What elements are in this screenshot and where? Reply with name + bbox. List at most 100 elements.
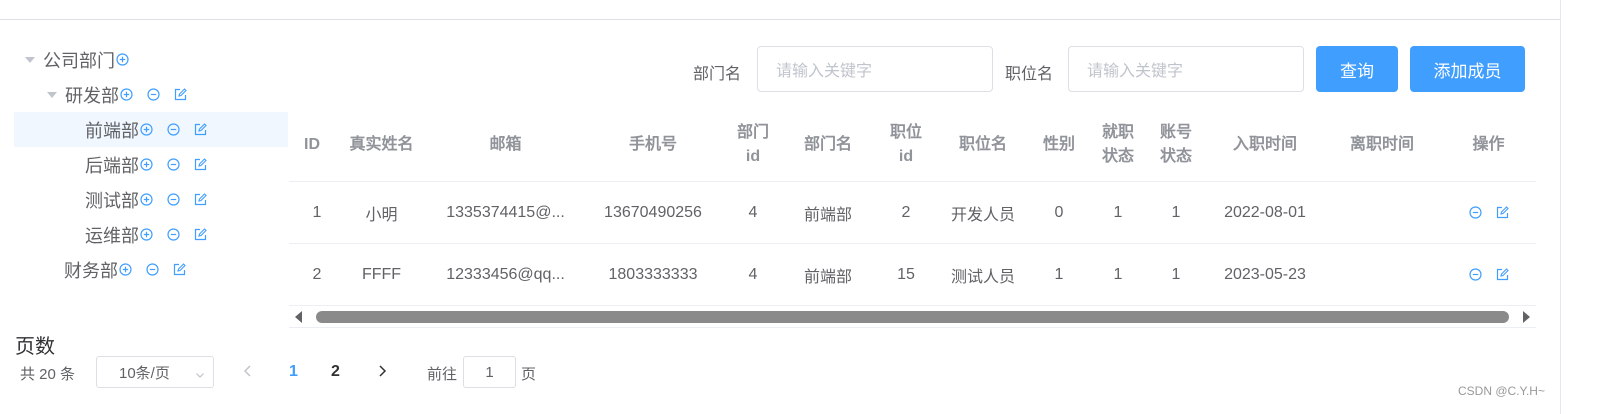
circle-minus-icon[interactable] (167, 158, 180, 171)
page-size-value: 10条/页 (119, 364, 170, 382)
dept-filter-label: 部门名 (693, 66, 742, 83)
circle-minus-icon[interactable] (167, 228, 180, 241)
cell-phone: 13670490256 (604, 203, 702, 221)
circle-plus-icon[interactable] (116, 53, 129, 66)
circle-minus-icon[interactable] (146, 263, 159, 276)
circle-plus-icon[interactable] (140, 158, 153, 171)
cell-phone: 1803333333 (608, 265, 698, 283)
cell-dept-name: 前端部 (803, 268, 852, 286)
col-header-employment-status: 就职状态 (1102, 123, 1135, 165)
circle-minus-icon[interactable] (1468, 268, 1482, 281)
col-header-leave-date: 离职时间 (1349, 135, 1414, 153)
dept-search-input[interactable]: 请输入关键字 (757, 46, 993, 92)
tree-node-backend[interactable]: 后端部 (14, 147, 288, 182)
edit-icon[interactable] (194, 228, 207, 241)
query-button[interactable]: 查询 (1316, 46, 1398, 92)
horizontal-scrollbar[interactable] (289, 306, 1536, 328)
chevron-down-icon (195, 367, 205, 384)
cell-actions (1441, 182, 1536, 243)
table-row: 2 FFFF 12333456@qq... 1803333333 4 前端部 1… (289, 244, 1536, 306)
position-search-placeholder: 请输入关键字 (1087, 63, 1184, 80)
tree-node-label: 运维部 (85, 225, 139, 246)
circle-plus-icon[interactable] (140, 123, 153, 136)
position-search-input[interactable]: 请输入关键字 (1068, 46, 1304, 92)
goto-page-input[interactable]: 1 (463, 356, 516, 388)
cell-position-id: 15 (897, 265, 915, 283)
cell-name: 小明 (365, 206, 398, 224)
tree-node-label: 研发部 (65, 85, 119, 106)
tree-node-label: 前端部 (85, 120, 139, 141)
col-header-id: ID (304, 135, 320, 153)
edit-icon[interactable] (1496, 268, 1509, 281)
scroll-left-arrow-icon[interactable] (295, 311, 302, 323)
edit-icon[interactable] (174, 88, 187, 101)
circle-minus-icon[interactable] (1468, 206, 1482, 219)
col-header-actions: 操作 (1472, 135, 1505, 153)
cell-account-status: 1 (1171, 203, 1181, 221)
goto-prefix: 前往 (427, 366, 458, 383)
cell-email: 12333456@qq... (446, 265, 565, 283)
scrollbar-thumb[interactable] (316, 311, 1509, 323)
pagination-total: 共 20 条 (20, 366, 76, 383)
cell-gender: 0 (1054, 203, 1064, 221)
col-header-position-id: 职位id (890, 123, 923, 165)
edit-icon[interactable] (1496, 206, 1509, 219)
col-header-name: 真实姓名 (349, 135, 414, 153)
circle-plus-icon[interactable] (119, 263, 132, 276)
cell-account-status: 1 (1171, 265, 1181, 283)
members-table: ID 真实姓名 邮箱 手机号 部门id 部门名 职位id 职位名 性别 就职状态… (289, 108, 1536, 306)
col-header-dept-name: 部门名 (803, 135, 852, 153)
edit-icon[interactable] (173, 263, 186, 276)
cell-position-name: 测试人员 (950, 268, 1015, 286)
circle-plus-icon[interactable] (140, 228, 153, 241)
tree-node-dev[interactable]: 研发部 (14, 77, 288, 112)
caret-down-icon[interactable] (25, 56, 35, 63)
cell-leave-date (1323, 244, 1441, 305)
tree-node-label: 测试部 (85, 190, 139, 211)
pagination-title: 页数 (15, 336, 55, 358)
cell-hire-date: 2022-08-01 (1224, 203, 1306, 221)
add-member-button[interactable]: 添加成员 (1410, 46, 1525, 92)
page-size-select[interactable]: 10条/页 (96, 356, 214, 388)
cell-name: FFFF (361, 265, 402, 283)
edit-icon[interactable] (194, 193, 207, 206)
dept-search-placeholder: 请输入关键字 (776, 63, 873, 80)
cell-actions (1441, 244, 1536, 305)
tree-node-ops[interactable]: 运维部 (14, 217, 288, 252)
edit-icon[interactable] (194, 158, 207, 171)
table-header: ID 真实姓名 邮箱 手机号 部门id 部门名 职位id 职位名 性别 就职状态… (289, 108, 1536, 182)
caret-down-icon[interactable] (47, 91, 57, 98)
tree-node-label: 后端部 (85, 155, 139, 176)
col-header-hire-date: 入职时间 (1232, 135, 1297, 153)
cell-position-name: 开发人员 (950, 206, 1015, 224)
tree-node-frontend[interactable]: 前端部 (14, 112, 288, 147)
right-divider (1560, 0, 1561, 414)
tree-node-root[interactable]: 公司部门 (14, 42, 288, 77)
cell-hire-date: 2023-05-23 (1224, 265, 1306, 283)
col-header-gender: 性别 (1042, 135, 1075, 153)
circle-plus-icon[interactable] (120, 88, 133, 101)
scroll-right-arrow-icon[interactable] (1523, 311, 1530, 323)
cell-employment-status: 1 (1113, 265, 1123, 283)
chevron-right-icon[interactable] (375, 364, 389, 383)
col-header-dept-id: 部门id (737, 123, 770, 165)
chevron-left-icon[interactable] (241, 364, 255, 383)
department-tree: 公司部门 研发部 前端部 后端部 测试部 运维部 财务部 (14, 42, 288, 287)
tree-node-test[interactable]: 测试部 (14, 182, 288, 217)
circle-minus-icon[interactable] (167, 193, 180, 206)
cell-dept-id: 4 (748, 203, 758, 221)
top-divider (0, 19, 1560, 20)
goto-suffix: 页 (521, 366, 537, 383)
circle-minus-icon[interactable] (147, 88, 160, 101)
circle-minus-icon[interactable] (167, 123, 180, 136)
col-header-position-name: 职位名 (958, 135, 1007, 153)
page-number-2[interactable]: 2 (331, 363, 340, 381)
tree-node-finance[interactable]: 财务部 (14, 252, 288, 287)
edit-icon[interactable] (194, 123, 207, 136)
col-header-email: 邮箱 (489, 135, 522, 153)
cell-leave-date (1323, 182, 1441, 243)
tree-node-label: 公司部门 (43, 50, 115, 71)
page-number-1[interactable]: 1 (289, 363, 298, 381)
cell-email: 1335374415@... (446, 203, 565, 221)
circle-plus-icon[interactable] (140, 193, 153, 206)
